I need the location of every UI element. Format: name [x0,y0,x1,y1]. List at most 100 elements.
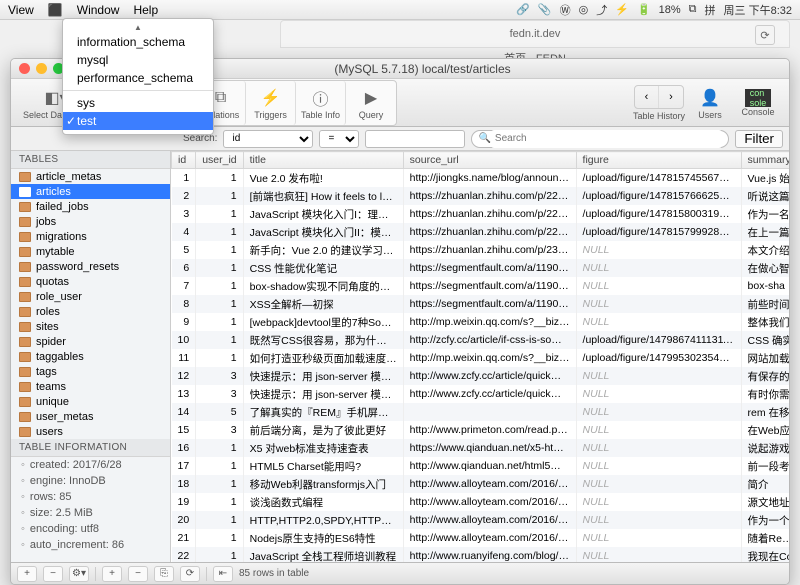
filter-button[interactable]: Filter [735,130,783,148]
pagination-prev-button[interactable]: ⇤ [213,566,233,582]
menubar-status-item[interactable]: ◎ [579,3,589,16]
table-row[interactable]: 191谈浅函数式编程http://www.alloyteam.com/2016/… [172,493,790,511]
db-option-performance_schema[interactable]: performance_schema [63,69,213,87]
search-box[interactable]: 🔍 [471,130,729,148]
database-dropdown[interactable]: ▲ information_schemamysqlperformance_sch… [62,18,214,135]
table-articles[interactable]: articles [11,184,170,199]
tables-header: TABLES [11,151,170,169]
column-summary[interactable]: summary [741,152,789,169]
menubar-status-item[interactable]: Ⓦ [560,2,571,18]
table-actions-button[interactable]: ⚙▾ [69,566,89,582]
table-users[interactable]: users [11,424,170,439]
menubar-status-item[interactable]: 📎 [538,3,552,16]
table-info-item: created: 2017/6/28 [11,457,170,473]
table-row[interactable]: 145了解真实的『REM』手机屏幕适配NULLrem 在移 [172,403,790,421]
table-row[interactable]: 31JavaScript 模块化入门I：理解模块https://zhuanlan… [172,205,790,223]
console-button[interactable]: consoleConsole [735,81,781,125]
menubar-status-item[interactable]: ⤴ [596,2,607,18]
reload-button[interactable]: ⟳ [180,566,200,582]
menubar-status-item[interactable]: 🔗 [516,3,530,16]
filter-value-input[interactable] [365,130,465,148]
menu-help[interactable]: Help [133,3,158,17]
table-row[interactable]: 211Nodejs原生支持的ES6特性http://www.alloyteam.… [172,529,790,547]
history-nav[interactable]: ‹› [634,85,684,109]
tab-table-info[interactable]: ⓘTable Info [296,81,346,125]
table-teams[interactable]: teams [11,379,170,394]
tab-query[interactable]: ▶Query [346,81,396,125]
table-info-item: rows: 85 [11,489,170,505]
add-row-button[interactable]: + [102,566,122,582]
filter-operator-select[interactable]: = [319,130,359,148]
table-row[interactable]: 133快速提示：用 json-server 模拟 RES…http://www.… [172,385,790,403]
table-row[interactable]: 181移动Web利器transformjs入门http://www.alloyt… [172,475,790,493]
menu-view[interactable]: View [8,3,34,17]
close-icon[interactable] [19,63,30,74]
column-user_id[interactable]: user_id [196,152,243,169]
table-jobs[interactable]: jobs [11,214,170,229]
table-row[interactable]: 61CSS 性能优化笔记https://segmentfault.com/a/1… [172,259,790,277]
table-tags[interactable]: tags [11,364,170,379]
table-unique[interactable]: unique [11,394,170,409]
menubar-status-item[interactable]: 🔋 [637,3,651,16]
table-row[interactable]: 51新手向：Vue 2.0 的建议学习顺序https://zhuanlan.zh… [172,241,790,259]
minimize-icon[interactable] [36,63,47,74]
column-id[interactable]: id [172,152,196,169]
table-sites[interactable]: sites [11,319,170,334]
data-table[interactable]: iduser_idtitlesource_urlfiguresummary 11… [171,151,789,562]
db-option-information_schema[interactable]: information_schema [63,33,213,51]
table-info-item: auto_increment: 86 [11,537,170,553]
menubar-status-item[interactable]: 拼 [705,2,716,18]
table-taggables[interactable]: taggables [11,349,170,364]
table-row[interactable]: 21[前端也疯狂] How it feels to learn J…https:… [172,187,790,205]
db-option-test[interactable]: test [63,112,213,130]
menubar-status-item[interactable]: 18% [659,4,681,16]
filter-column-select[interactable]: id [223,130,313,148]
menu-window[interactable]: Window [77,3,120,17]
refresh-icon[interactable]: ⟳ [755,25,775,45]
table-article_metas[interactable]: article_metas [11,169,170,184]
table-row[interactable]: 201HTTP,HTTP2.0,SPDY,HTTPS你应该该…http://ww… [172,511,790,529]
table-row[interactable]: 81XSS全解析—初探https://segmentfault.com/a/11… [172,295,790,313]
column-source_url[interactable]: source_url [403,152,576,169]
sequel-pro-window: (MySQL 5.7.18) local/test/articles ◧▾ Se… [10,58,790,585]
table-row[interactable]: 171HTML5 Charset能用吗?http://www.qianduan.… [172,457,790,475]
table-row[interactable]: 101既然写CSS很容易，那为什么大家还是…http://zcfy.cc/art… [172,331,790,349]
table-row[interactable]: 91[webpack]devtool里的7种SourceMa…http://mp… [172,313,790,331]
duplicate-row-button[interactable]: ⎘ [154,566,174,582]
table-row[interactable]: 153前后端分离，是为了彼此更好http://www.primeton.com/… [172,421,790,439]
tab-triggers[interactable]: ⚡Triggers [246,81,296,125]
menubar-status-item[interactable]: ⚡ [615,3,629,16]
db-option-mysql[interactable]: mysql [63,51,213,69]
table-icon [19,217,31,227]
table-roles[interactable]: roles [11,304,170,319]
menu-⬛[interactable]: ⬛ [48,3,63,17]
scroll-up-icon[interactable]: ▲ [63,23,213,33]
table-row[interactable]: 161X5 对web标准支持速查表https://www.qianduan.ne… [172,439,790,457]
table-quotas[interactable]: quotas [11,274,170,289]
table-row[interactable]: 41JavaScript 模块化入门II：模块打包构建https://zhuan… [172,223,790,241]
table-role_user[interactable]: role_user [11,289,170,304]
table-row[interactable]: 71box-shadow实现不同角度的投影https://segmentfaul… [172,277,790,295]
add-table-button[interactable]: + [17,566,37,582]
db-option-sys[interactable]: sys [63,94,213,112]
menubar-status-item[interactable]: ⧉ [689,3,697,16]
users-button[interactable]: 👤Users [687,81,733,125]
table-migrations[interactable]: migrations [11,229,170,244]
table-spider[interactable]: spider [11,334,170,349]
search-icon: 🔍 [478,133,490,144]
table-mytable[interactable]: mytable [11,244,170,259]
table-row[interactable]: 221JavaScript 全栈工程师培训教程http://www.ruanyi… [172,547,790,562]
column-figure[interactable]: figure [576,152,741,169]
column-title[interactable]: title [243,152,403,169]
remove-row-button[interactable]: − [128,566,148,582]
table-failed_jobs[interactable]: failed_jobs [11,199,170,214]
table-row[interactable]: 111如何打造亚秒级页面加载速度的网店？http://mp.weixin.qq.… [172,349,790,367]
search-input[interactable] [491,130,722,148]
menubar-status-item[interactable]: 周三 下午8:32 [724,2,792,18]
table-user_metas[interactable]: user_metas [11,409,170,424]
table-icon [19,247,31,257]
remove-table-button[interactable]: − [43,566,63,582]
table-password_resets[interactable]: password_resets [11,259,170,274]
table-row[interactable]: 11Vue 2.0 发布啦!http://jiongks.name/blog/a… [172,169,790,188]
table-row[interactable]: 123快速提示：用 json-server 模拟RES…http://www.z… [172,367,790,385]
